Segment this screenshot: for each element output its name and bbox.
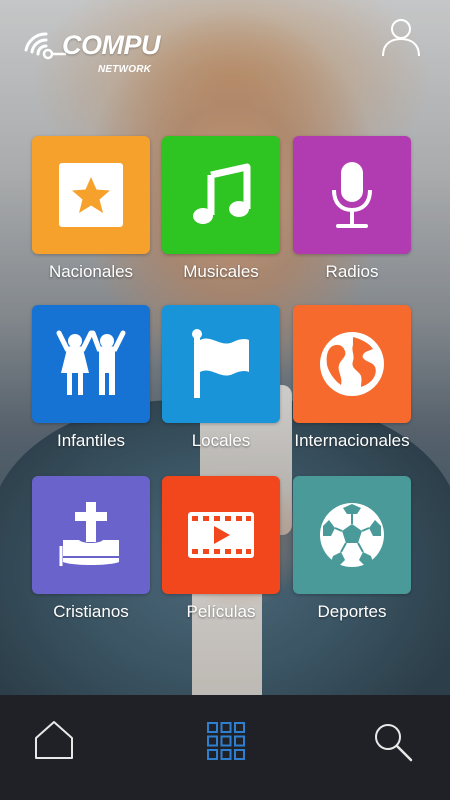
home-icon (35, 721, 73, 759)
category-locales[interactable]: Locales (161, 305, 281, 450)
brand-subtitle: NETWORK (98, 64, 152, 75)
category-label: Deportes (317, 602, 387, 621)
category-label: Cristianos (53, 602, 129, 621)
category-nacionales[interactable]: Nacionales (31, 136, 151, 281)
category-infantiles[interactable]: Infantiles (31, 305, 151, 450)
star-icon (59, 163, 123, 227)
tile-box (293, 305, 411, 423)
music-note-icon (193, 163, 251, 224)
microphone-icon (332, 162, 372, 228)
grid-icon (207, 722, 245, 760)
category-peliculas[interactable]: Películas (161, 476, 281, 621)
bible-cross-icon (59, 502, 119, 566)
brand-name: COMPU (62, 30, 161, 60)
home-button[interactable] (33, 719, 75, 766)
category-label: Películas (186, 602, 256, 621)
category-musicales[interactable]: Musicales (161, 136, 281, 281)
category-label: Locales (191, 431, 251, 450)
film-icon (188, 512, 254, 558)
tile-box (32, 305, 150, 423)
tile-box (162, 476, 280, 594)
tile-box (293, 476, 411, 594)
search-icon (375, 724, 413, 762)
category-label: Internacionales (294, 431, 410, 450)
category-deportes[interactable]: Deportes (292, 476, 412, 621)
flag-icon (192, 329, 249, 398)
tile-box (32, 476, 150, 594)
category-label: Musicales (183, 262, 259, 281)
compu-network-logo: COMPU NETWORK (22, 28, 172, 78)
category-label: Infantiles (56, 431, 126, 450)
user-profile-button[interactable] (380, 16, 422, 58)
children-icon (56, 330, 126, 395)
category-radios[interactable]: Radios (292, 136, 412, 281)
categories-grid-button[interactable] (206, 721, 246, 766)
category-label: Radios (325, 262, 379, 281)
category-internacionales[interactable]: Internacionales (292, 305, 412, 450)
globe-icon (320, 332, 384, 396)
category-label: Nacionales (48, 262, 134, 281)
user-icon (382, 19, 420, 57)
bottom-navigation (0, 695, 450, 800)
search-button[interactable] (372, 721, 414, 768)
tile-box (162, 136, 280, 254)
category-cristianos[interactable]: Cristianos (31, 476, 151, 621)
tile-box (162, 305, 280, 423)
soccer-ball-icon (320, 503, 384, 567)
tile-box (32, 136, 150, 254)
tile-box (293, 136, 411, 254)
